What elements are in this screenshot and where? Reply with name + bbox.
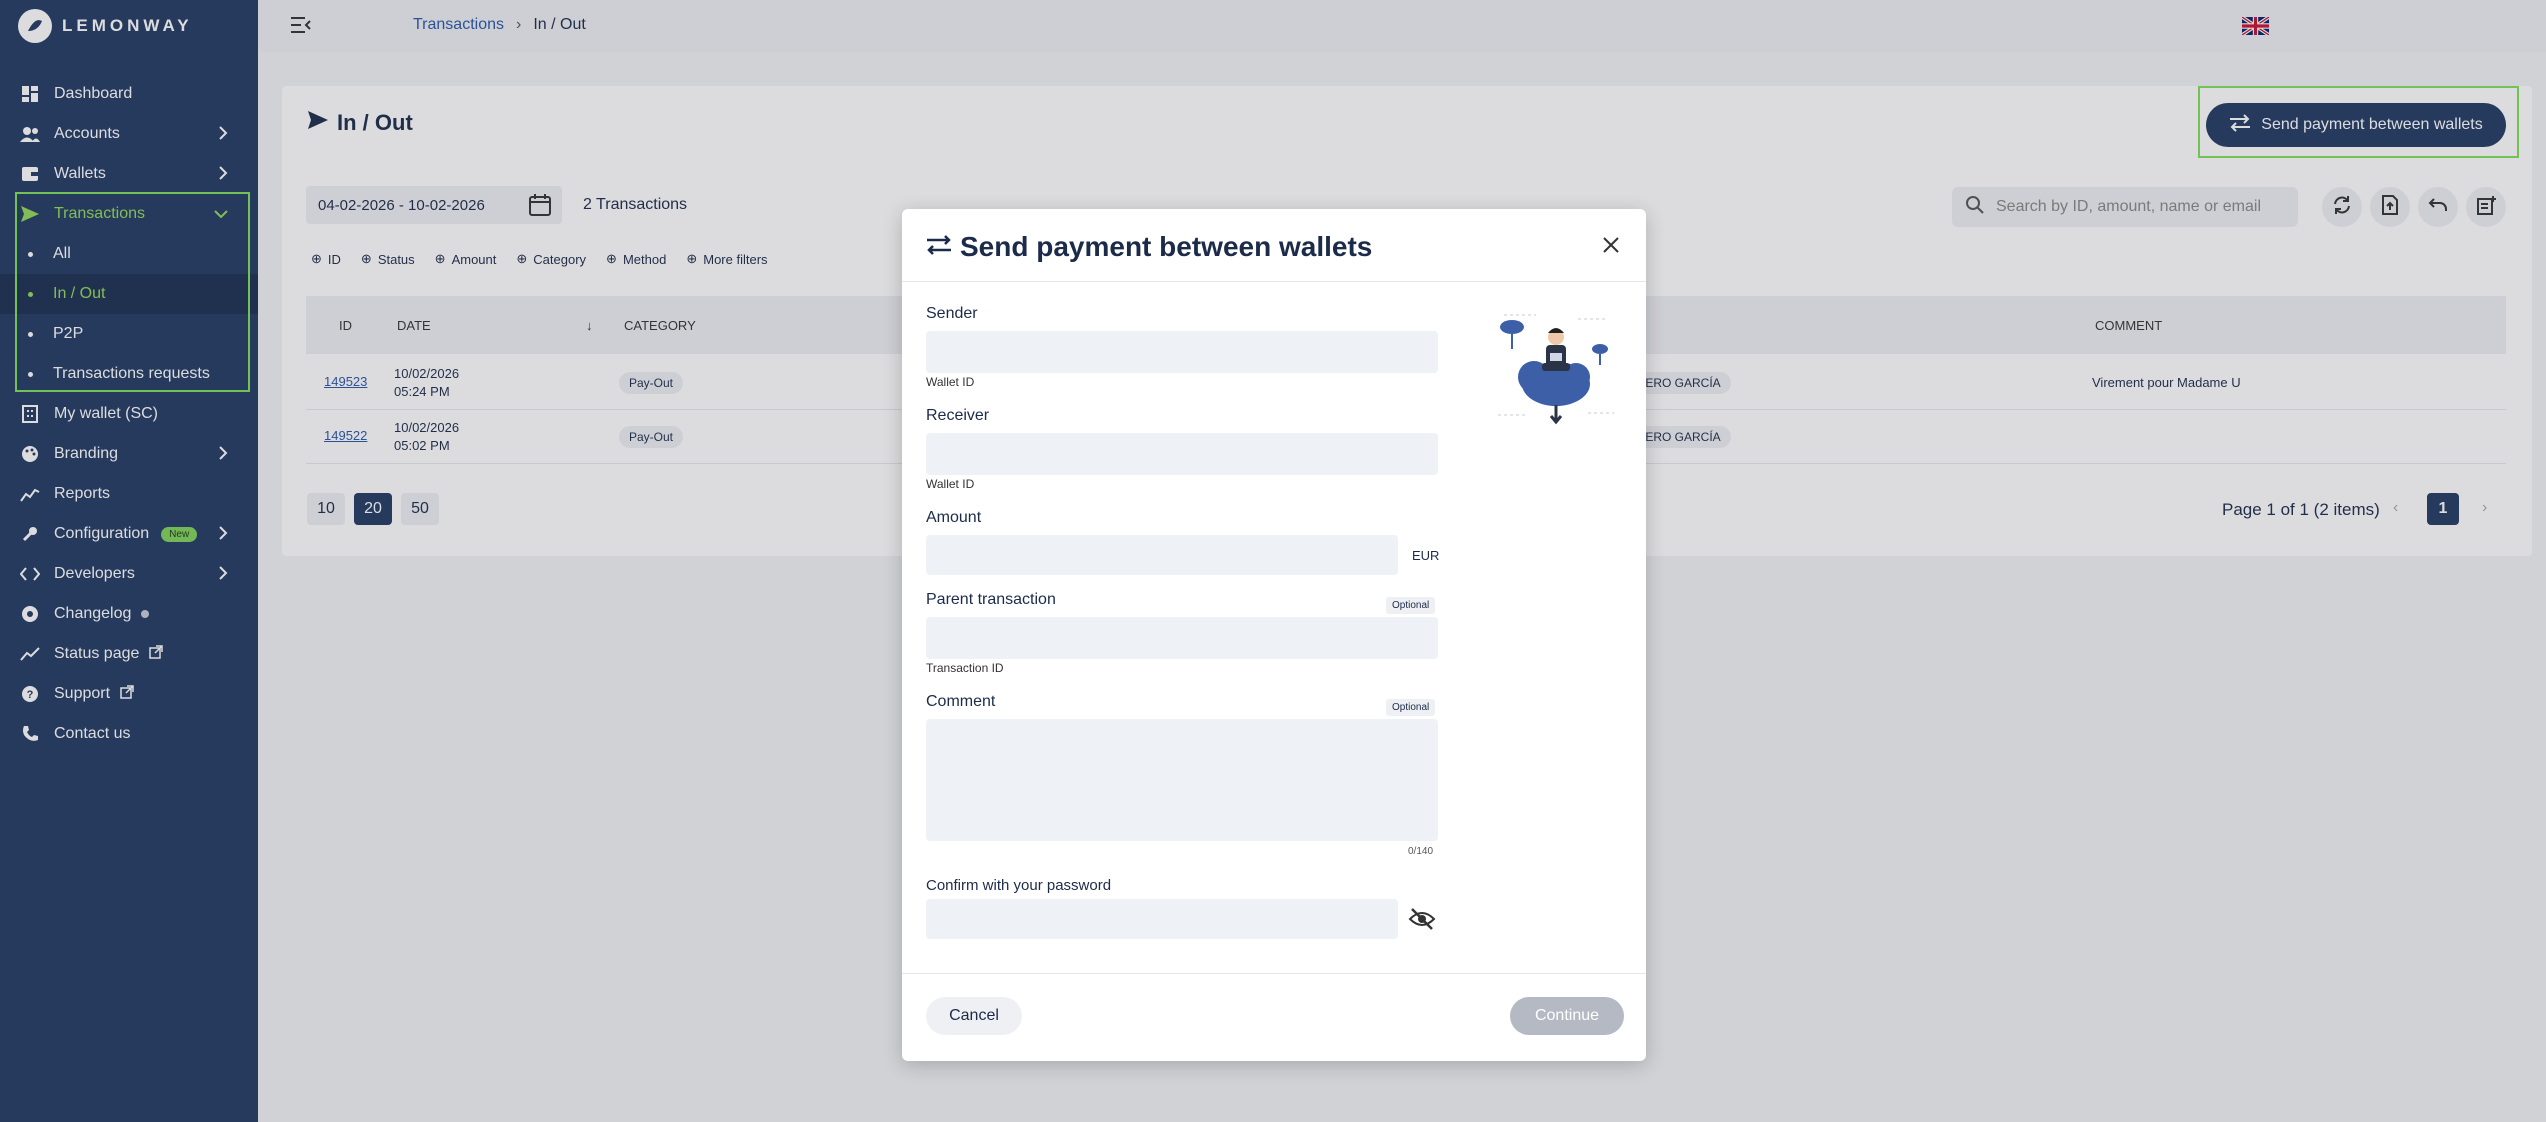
receiver-input[interactable] — [926, 433, 1438, 475]
receiver-label: Receiver — [926, 407, 990, 424]
comment-textarea[interactable] — [926, 719, 1438, 841]
receiver-hint: Wallet ID — [926, 477, 975, 491]
sender-label: Sender — [926, 305, 978, 322]
person-on-cloud-illustration — [1498, 314, 1614, 425]
password-input[interactable] — [926, 899, 1398, 939]
close-icon[interactable] — [1602, 233, 1620, 261]
currency-label: EUR — [1412, 548, 1440, 563]
eye-off-icon[interactable] — [1408, 907, 1436, 936]
divider — [902, 281, 1646, 282]
comment-label: Comment — [926, 693, 996, 710]
continue-button[interactable]: Continue — [1510, 997, 1624, 1035]
amount-input[interactable] — [926, 535, 1398, 575]
parent-transaction-label: Parent transaction — [926, 591, 1056, 608]
transfer-arrows-icon — [926, 231, 952, 263]
parent-transaction-input[interactable] — [926, 617, 1438, 659]
optional-badge: Optional — [1386, 597, 1436, 614]
send-payment-modal: Send payment between wallets Sender Wall… — [902, 209, 1646, 1061]
comment-counter: 0/140 — [1408, 846, 1434, 857]
sender-input[interactable] — [926, 331, 1438, 373]
modal-title-text: Send payment between wallets — [960, 231, 1373, 262]
parent-transaction-hint: Transaction ID — [926, 661, 1004, 675]
cancel-button[interactable]: Cancel — [926, 997, 1022, 1035]
amount-label: Amount — [926, 509, 982, 526]
divider — [902, 973, 1646, 974]
modal-title: Send payment between wallets — [926, 231, 1372, 263]
password-label: Confirm with your password — [926, 877, 1112, 894]
optional-badge: Optional — [1386, 699, 1436, 716]
sender-hint: Wallet ID — [926, 375, 975, 389]
